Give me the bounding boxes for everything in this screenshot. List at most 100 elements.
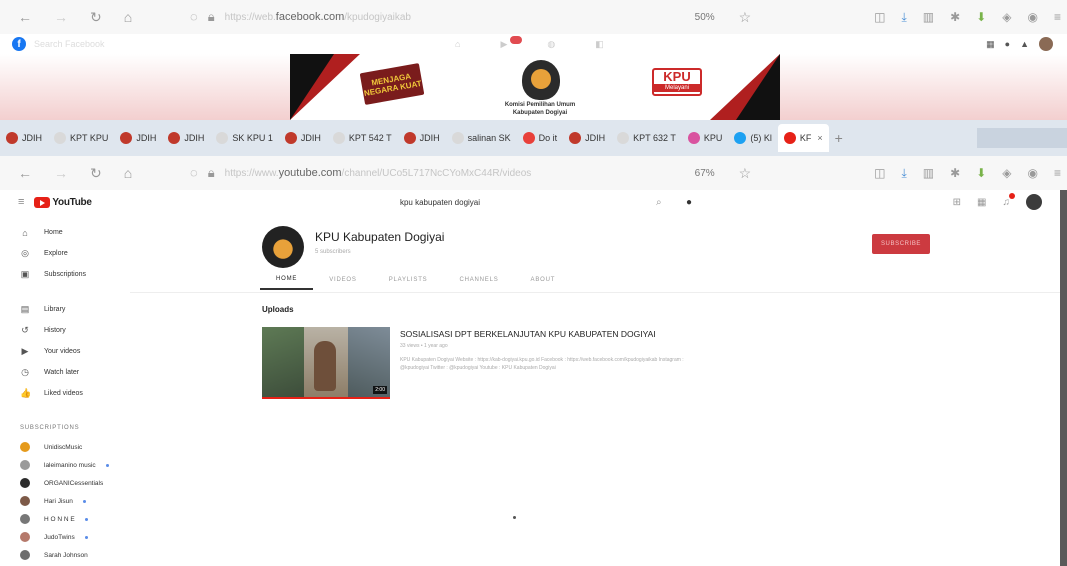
library-icon[interactable]: ▥ <box>923 166 934 181</box>
subscription-name: UnidiscMusic <box>44 443 83 451</box>
shield-icon[interactable]: ◌ <box>190 165 198 181</box>
tab-playlists[interactable]: PLAYLISTS <box>373 270 444 290</box>
fb-messenger-icon[interactable]: ● <box>1005 39 1010 49</box>
account-avatar[interactable] <box>1026 194 1042 210</box>
addon-icon[interactable]: ◉ <box>1028 166 1038 181</box>
new-tab-icon[interactable]: + <box>835 130 843 146</box>
reload-icon[interactable]: ↻ <box>90 165 102 182</box>
browser-tab[interactable]: JDIH <box>162 124 210 152</box>
facebook-search[interactable]: Search Facebook <box>34 39 105 49</box>
bookmark-star-icon[interactable]: ☆ <box>739 165 752 182</box>
create-video-icon[interactable]: ⊞ <box>953 197 961 208</box>
puzzle-icon[interactable]: ◈ <box>1002 166 1011 181</box>
addon-icon[interactable]: ◉ <box>1028 10 1038 25</box>
menu-icon[interactable]: ≡ <box>1054 166 1061 181</box>
download-helper-icon[interactable]: ⬇ <box>976 10 986 25</box>
apps-grid-icon[interactable]: ▦ <box>977 197 986 208</box>
browser-tab[interactable]: JDIH <box>398 124 446 152</box>
sidebar-item-library[interactable]: ▤ Library <box>0 299 130 320</box>
fb-watch-icon[interactable]: ▶ <box>500 39 507 50</box>
browser-tab[interactable]: JDIH <box>0 124 48 152</box>
tab-home[interactable]: HOME <box>260 270 314 290</box>
browser-tab[interactable]: Do it <box>517 124 564 152</box>
pocket-icon[interactable]: ◫ <box>874 166 885 181</box>
browser-tab[interactable]: KPT KPU <box>48 124 114 152</box>
home-icon[interactable]: ⌂ <box>124 165 132 181</box>
subscription-item[interactable]: Sarah Johnson <box>0 546 130 564</box>
subscriptions-heading: SUBSCRIPTIONS <box>20 425 80 431</box>
back-icon[interactable]: ← <box>18 9 32 25</box>
extension-icon[interactable]: ✱ <box>950 10 960 25</box>
youtube-logo[interactable]: YouTube <box>34 196 92 208</box>
browser-tab[interactable]: KPU <box>682 124 729 152</box>
subscription-item[interactable]: ORGANICessentials <box>0 474 130 492</box>
subscribe-button[interactable]: SUBSCRIBE <box>872 234 930 254</box>
sidebar-item-your-videos[interactable]: ▶ Your videos <box>0 341 130 362</box>
tab-favicon-icon <box>120 132 133 144</box>
bell-icon[interactable]: ♫ <box>1003 192 1015 208</box>
video-meta: 33 views • 1 year ago <box>400 343 448 349</box>
zoom-indicator[interactable]: 50% <box>695 12 735 23</box>
fb-notification-icon[interactable]: ▲ <box>1020 39 1029 49</box>
sidebar-item-history[interactable]: ↺ History <box>0 320 130 341</box>
facebook-logo-icon[interactable]: f <box>12 37 26 51</box>
subscription-item[interactable]: laleimanino music <box>0 456 130 474</box>
back-icon[interactable]: ← <box>18 165 32 181</box>
browser-tab[interactable]: salinan SK <box>446 124 517 152</box>
subscription-item[interactable]: H O N N E <box>0 510 130 528</box>
browser-tab[interactable]: (5) Kl <box>728 124 778 152</box>
sidebar-item-home[interactable]: ⌂ Home <box>0 222 130 243</box>
fb-home-icon[interactable]: ⌂ <box>455 39 460 50</box>
fb-groups-icon[interactable]: ◍ <box>547 39 555 50</box>
browser-tab[interactable]: KPT 632 T <box>611 124 682 152</box>
page-scrollbar[interactable] <box>1060 190 1067 566</box>
sidebar-item-watch-later[interactable]: ◷ Watch later <box>0 362 130 383</box>
video-title[interactable]: SOSIALISASI DPT BERKELANJUTAN KPU KABUPA… <box>400 329 656 339</box>
sidebar-item-subscriptions[interactable]: ▣ Subscriptions <box>0 264 130 285</box>
sidebar-item-explore[interactable]: ◎ Explore <box>0 243 130 264</box>
browser-tab[interactable]: KF × <box>777 124 829 152</box>
browser-tab[interactable]: JDIH <box>563 124 611 152</box>
library-icon[interactable]: ▥ <box>923 10 934 25</box>
subscription-item[interactable]: Hari Jisun <box>0 492 130 510</box>
fb-gaming-icon[interactable]: ◧ <box>595 39 604 50</box>
lock-icon[interactable]: 🔒︎ <box>208 165 215 181</box>
fb-avatar[interactable] <box>1039 37 1053 51</box>
uploads-heading[interactable]: Uploads <box>262 305 294 314</box>
puzzle-icon[interactable]: ◈ <box>1002 10 1011 25</box>
lock-icon[interactable]: 🔒︎ <box>208 9 215 25</box>
video-thumbnail[interactable]: 2:00 <box>262 327 390 399</box>
zoom-indicator[interactable]: 67% <box>695 168 735 179</box>
menu-icon[interactable]: ≡ <box>1054 10 1061 25</box>
download-icon[interactable]: ⤓ <box>901 166 906 181</box>
browser-tab[interactable]: JDIH <box>279 124 327 152</box>
browser-tab[interactable]: KPT 542 T <box>327 124 398 152</box>
subscription-item[interactable]: UnidiscMusic <box>0 438 130 456</box>
home-icon[interactable]: ⌂ <box>124 9 132 25</box>
channel-avatar[interactable] <box>262 226 304 268</box>
fb-menu-grid-icon[interactable]: ▦ <box>986 39 995 50</box>
search-icon[interactable]: ⌕ <box>656 197 662 208</box>
forward-icon[interactable]: → <box>54 9 68 25</box>
address-bar[interactable]: https://www.youtube.com/channel/UCo5L717… <box>225 167 695 179</box>
microphone-icon[interactable]: ● <box>686 197 692 208</box>
search-input[interactable]: kpu kabupaten dogiyai <box>230 193 650 211</box>
download-helper-icon[interactable]: ⬇ <box>976 166 986 181</box>
extension-icon[interactable]: ✱ <box>950 166 960 181</box>
download-icon[interactable]: ⤓ <box>901 10 906 25</box>
pocket-icon[interactable]: ◫ <box>874 10 885 25</box>
subscription-item[interactable]: JudoTwins <box>0 528 130 546</box>
tab-channels[interactable]: CHANNELS <box>443 270 514 290</box>
shield-icon[interactable]: ◌ <box>190 9 198 25</box>
browser-tab[interactable]: JDIH <box>114 124 162 152</box>
reload-icon[interactable]: ↻ <box>90 9 102 26</box>
forward-icon[interactable]: → <box>54 165 68 181</box>
hamburger-menu-icon[interactable]: ≡ <box>18 196 24 208</box>
sidebar-item-liked-videos[interactable]: 👍 Liked videos <box>0 383 130 404</box>
tab-about[interactable]: ABOUT <box>515 270 572 290</box>
browser-tab[interactable]: SK KPU 1 <box>210 124 279 152</box>
tab-videos[interactable]: VIDEOS <box>313 270 372 290</box>
close-tab-icon[interactable]: × <box>817 133 822 143</box>
address-bar[interactable]: https://web.facebook.com/kpudogiyaikab <box>225 11 695 23</box>
bookmark-star-icon[interactable]: ☆ <box>739 9 752 26</box>
